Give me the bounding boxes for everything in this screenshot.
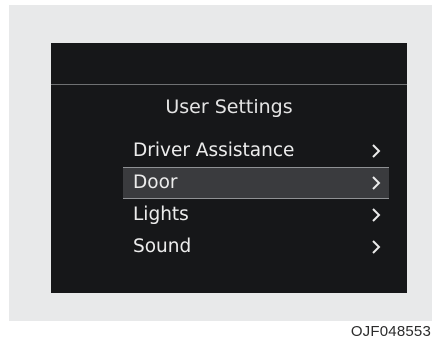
display-frame: User Settings Driver Assistance Door Lig… (9, 5, 432, 321)
chevron-right-icon (372, 240, 381, 254)
chevron-right-icon (372, 144, 381, 158)
menu-item-door[interactable]: Door (123, 167, 389, 199)
menu-item-label: Sound (133, 236, 192, 257)
menu-item-label: Lights (133, 204, 189, 225)
menu-item-label: Driver Assistance (133, 140, 295, 161)
menu-item-sound[interactable]: Sound (123, 231, 389, 263)
chevron-right-icon (372, 208, 381, 222)
cluster-display: User Settings Driver Assistance Door Lig… (51, 43, 407, 293)
menu-item-label: Door (133, 172, 178, 193)
figure-code: OJF048553 (350, 323, 431, 340)
top-divider (51, 84, 407, 85)
chevron-right-icon (372, 176, 381, 190)
page-title: User Settings (165, 96, 293, 118)
menu-item-driver-assistance[interactable]: Driver Assistance (123, 135, 389, 167)
menu-item-lights[interactable]: Lights (123, 199, 389, 231)
settings-menu: Driver Assistance Door Lights Sound (123, 135, 389, 263)
